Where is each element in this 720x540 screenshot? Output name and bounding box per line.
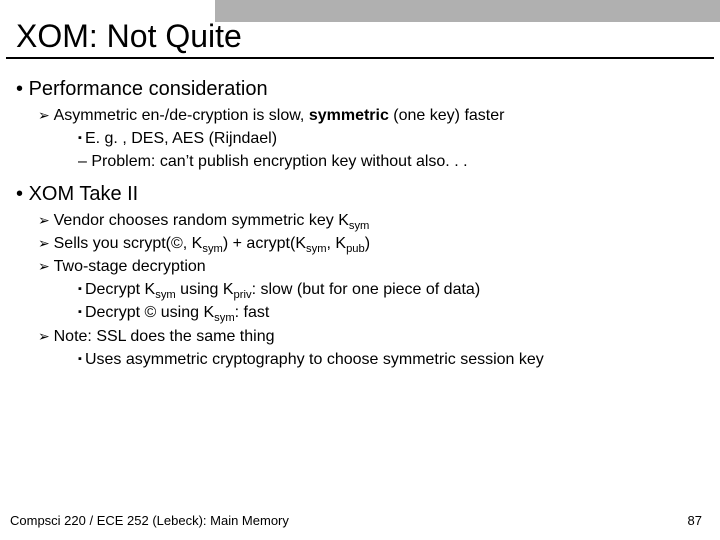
bullet-ssl-detail: Uses asymmetric cryptography to choose s… — [78, 348, 710, 371]
bullet-performance: Performance consideration Asymmetric en-… — [16, 75, 710, 174]
bullet-sells: Sells you scrypt(©, Ksym) + acrypt(Ksym,… — [38, 232, 710, 255]
bullet-des-aes: E. g. , DES, AES (Rijndael) — [78, 127, 710, 150]
title-bar-shadow — [215, 0, 720, 22]
bullet-ssl: Note: SSL does the same thing Uses asymm… — [38, 325, 710, 371]
bullet-vendor: Vendor chooses random symmetric key Ksym — [38, 209, 710, 232]
bullet-decrypt-ksym: Decrypt Ksym using Kpriv: slow (but for … — [78, 278, 710, 301]
footer: Compsci 220 / ECE 252 (Lebeck): Main Mem… — [10, 513, 702, 528]
page-number: 87 — [688, 513, 702, 528]
bullet-xom-take-ii: XOM Take II Vendor chooses random symmet… — [16, 180, 710, 371]
slide-body: Performance consideration Asymmetric en-… — [0, 59, 720, 371]
bullet-two-stage: Two-stage decryption Decrypt Ksym using … — [38, 255, 710, 325]
footer-text: Compsci 220 / ECE 252 (Lebeck): Main Mem… — [10, 513, 289, 528]
bullet-problem: Problem: can’t publish encryption key wi… — [78, 150, 710, 173]
bullet-asymmetric: Asymmetric en-/de-cryption is slow, symm… — [38, 104, 710, 174]
bullet-decrypt-c: Decrypt © using Ksym: fast — [78, 301, 710, 324]
